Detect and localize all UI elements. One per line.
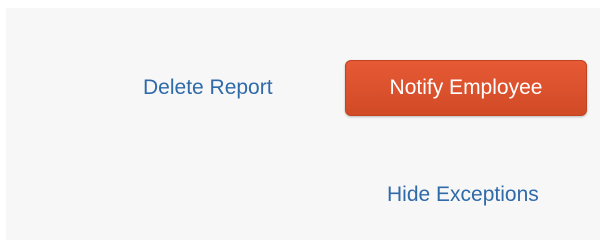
report-actions-panel: Delete Report Notify Employee Hide Excep… — [6, 8, 600, 240]
hide-exceptions-link[interactable]: Hide Exceptions — [387, 179, 539, 211]
notify-employee-button[interactable]: Notify Employee — [345, 60, 587, 116]
delete-report-link[interactable]: Delete Report — [143, 72, 273, 104]
